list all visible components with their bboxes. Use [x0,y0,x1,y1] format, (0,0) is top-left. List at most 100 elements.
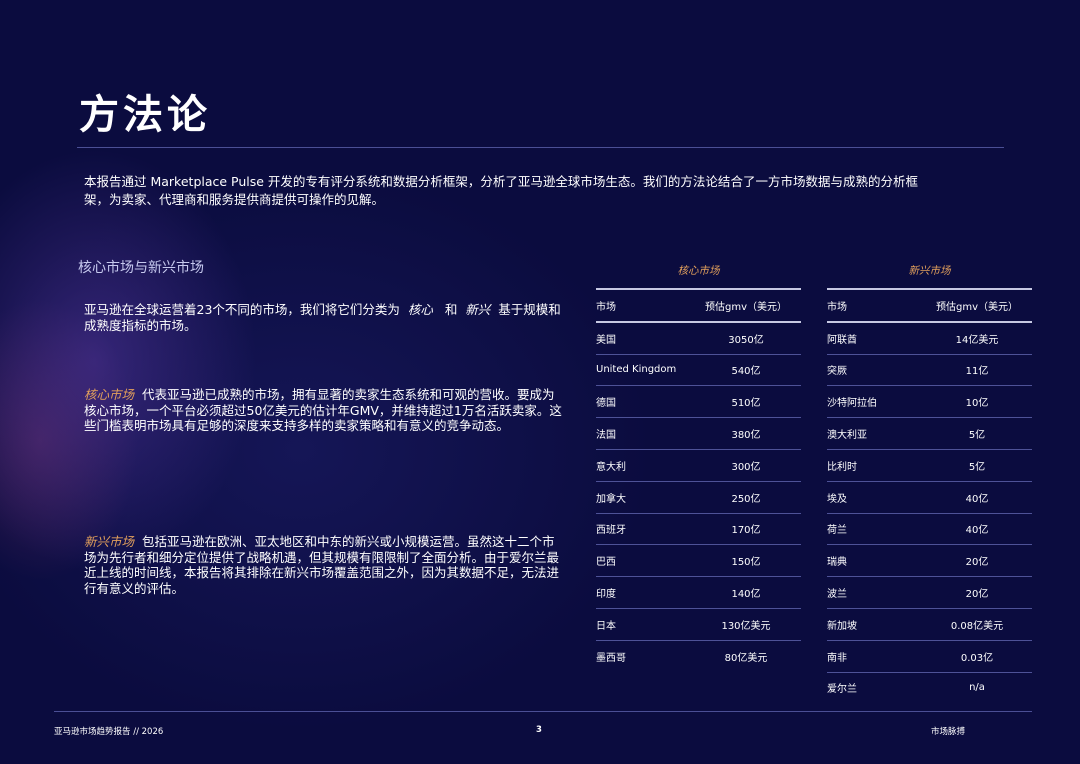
emerging-table-body: 阿联酋 14亿美元 突厥 11亿 沙特阿拉伯 10亿 澳大利亚 5亿 比利时 5亿 埃及 40亿 荷兰 4… [827,323,1032,704]
market-name-cell: 巴西 [596,557,616,569]
gmv-value-cell: 40亿 [965,493,989,505]
term-core: 核心 [407,302,433,317]
title-divider [77,147,1004,148]
gmv-value-cell: 10亿 [965,398,989,410]
market-name-cell: 沙特阿拉伯 [827,398,877,410]
core-col-market: 市场 [596,301,616,313]
footer-divider [54,711,1032,712]
table-row: 荷兰 40亿 [827,514,1032,546]
market-name-cell: 加拿大 [596,493,626,505]
gmv-value-cell: 20亿 [965,589,989,601]
core-col-gmv: 预估gmv（美元） [704,301,787,313]
markets-overview-paragraph: 亚马逊在全球运营着23个不同的市场，我们将它们分类为 核心 和 新兴 基于规模和… [84,302,564,333]
gmv-value-cell: 540亿 [731,366,761,378]
table-row: 阿联酋 14亿美元 [827,323,1032,355]
emerging-col-market: 市场 [827,301,847,313]
table-row: 日本 130亿美元 [596,609,801,641]
table-row: 沙特阿拉伯 10亿 [827,386,1032,419]
gmv-value-cell: 0.08亿美元 [950,620,1004,632]
gmv-value-cell: 510亿 [731,398,761,410]
market-name-cell: 突厥 [827,366,847,378]
core-markets-paragraph: 核心市场 代表亚马逊已成熟的市场，拥有显著的卖家生态系统和可观的营收。要成为核心… [84,387,564,434]
gmv-value-cell: 380亿 [731,430,761,442]
market-name-cell: 荷兰 [827,525,847,537]
gmv-value-cell: 3050亿 [728,334,764,346]
gmv-value-cell: 20亿 [965,557,989,569]
table-row: 巴西 150亿 [596,545,801,578]
gmv-value-cell: 150亿 [731,557,761,569]
overview-text-before: 亚马逊在全球运营着23个不同的市场，我们将它们分类为 [84,302,400,317]
core-table-header: 市场 预估gmv（美元） [596,290,801,323]
market-name-cell: 法国 [596,430,616,442]
table-row: 印度 140亿 [596,577,801,609]
emerging-table-caption: 新兴市场 [908,265,951,277]
table-row: 美国 3050亿 [596,323,801,355]
gmv-value-cell: 14亿美元 [955,334,999,346]
table-row: 加拿大 250亿 [596,482,801,514]
table-row: 突厥 11亿 [827,355,1032,387]
market-name-cell: 波兰 [827,589,847,601]
table-row: 意大利 300亿 [596,450,801,482]
core-markets-term: 核心市场 [84,387,135,402]
table-row: 澳大利亚 5亿 [827,418,1032,450]
emerging-markets-text: 包括亚马逊在欧洲、亚太地区和中东的新兴或小规模运营。虽然这十二个市场为先行者和细… [84,534,560,596]
gmv-value-cell: 11亿 [965,366,989,378]
market-name-cell: 印度 [596,589,616,601]
core-markets-text: 代表亚马逊已成熟的市场，拥有显著的卖家生态系统和可观的营收。要成为核心市场，一个… [84,387,562,434]
page-number: 3 [536,725,542,735]
table-row: 爱尔兰 n/a [827,673,1032,704]
gmv-value-cell: 140亿 [731,589,761,601]
market-name-cell: 阿联酋 [827,334,857,346]
market-name-cell: 西班牙 [596,525,626,537]
table-row: 南非 0.03亿 [827,641,1032,673]
gmv-value-cell: 5亿 [968,430,986,442]
intro-paragraph: 本报告通过 Marketplace Pulse 开发的专有评分系统和数据分析框架… [84,174,918,207]
emerging-markets-paragraph: 新兴市场 包括亚马逊在欧洲、亚太地区和中东的新兴或小规模运营。虽然这十二个市场为… [84,534,564,596]
gmv-value-cell: 250亿 [731,493,761,505]
table-row: 比利时 5亿 [827,450,1032,482]
market-name-cell: 澳大利亚 [827,430,867,442]
gmv-value-cell: 40亿 [965,525,989,537]
table-row: 墨西哥 80亿美元 [596,641,801,672]
gmv-value-cell: 130亿美元 [721,620,771,632]
table-row: 西班牙 170亿 [596,514,801,546]
core-table-body: 美国 3050亿 United Kingdom 540亿德国 510亿法国 380亿意大利… [596,323,801,672]
table-row: United Kingdom 540亿 [596,355,801,387]
emerging-table-header: 市场 预估gmv（美元） [827,290,1032,323]
footer-section-name: 市场脉搏 [931,727,966,737]
market-name-cell: 墨西哥 [596,652,626,664]
gmv-value-cell: 0.03亿 [960,652,994,664]
table-row: 瑞典 20亿 [827,545,1032,578]
footer-report-name: 亚马逊市场趋势报告 // 2026 [54,727,164,737]
gmv-value-cell: 170亿 [731,525,761,537]
market-name-cell: 意大利 [596,461,626,473]
market-name-cell: 美国 [596,334,616,346]
gmv-value-cell: 300亿 [731,461,761,473]
gmv-value-cell: 5亿 [968,461,986,473]
table-row: 埃及 40亿 [827,482,1032,514]
gmv-value-cell: n/a [969,682,985,694]
market-name-cell: 瑞典 [827,557,847,569]
core-markets-table: 核心市场 市场 预估gmv（美元） 美国 3050亿 United Kingdom 5… [596,262,801,672]
market-name-cell: 爱尔兰 [827,684,857,696]
market-name-cell: 埃及 [827,493,847,505]
page-title: 方法论 [79,92,211,138]
emerging-markets-term: 新兴市场 [84,534,135,549]
emerging-col-gmv: 预估gmv（美元） [935,301,1018,313]
conjunction: 和 [444,302,458,317]
market-name-cell: 日本 [596,620,616,632]
market-name-cell: United Kingdom [596,364,677,376]
table-row: 德国 510亿 [596,386,801,419]
table-row: 波兰 20亿 [827,577,1032,609]
market-name-cell: 德国 [596,398,616,410]
section-title: 核心市场与新兴市场 [78,260,204,276]
term-emerging: 新兴 [465,302,491,317]
emerging-markets-table: 新兴市场 市场 预估gmv（美元） 阿联酋 14亿美元突厥 11亿沙特阿拉伯 10亿澳… [827,262,1032,703]
core-table-caption: 核心市场 [677,265,720,277]
market-name-cell: 南非 [827,652,847,664]
table-row: 新加坡 0.08亿美元 [827,609,1032,641]
market-name-cell: 新加坡 [827,620,857,632]
market-name-cell: 比利时 [827,461,857,473]
gmv-value-cell: 80亿美元 [724,652,768,664]
table-row: 法国 380亿 [596,418,801,450]
